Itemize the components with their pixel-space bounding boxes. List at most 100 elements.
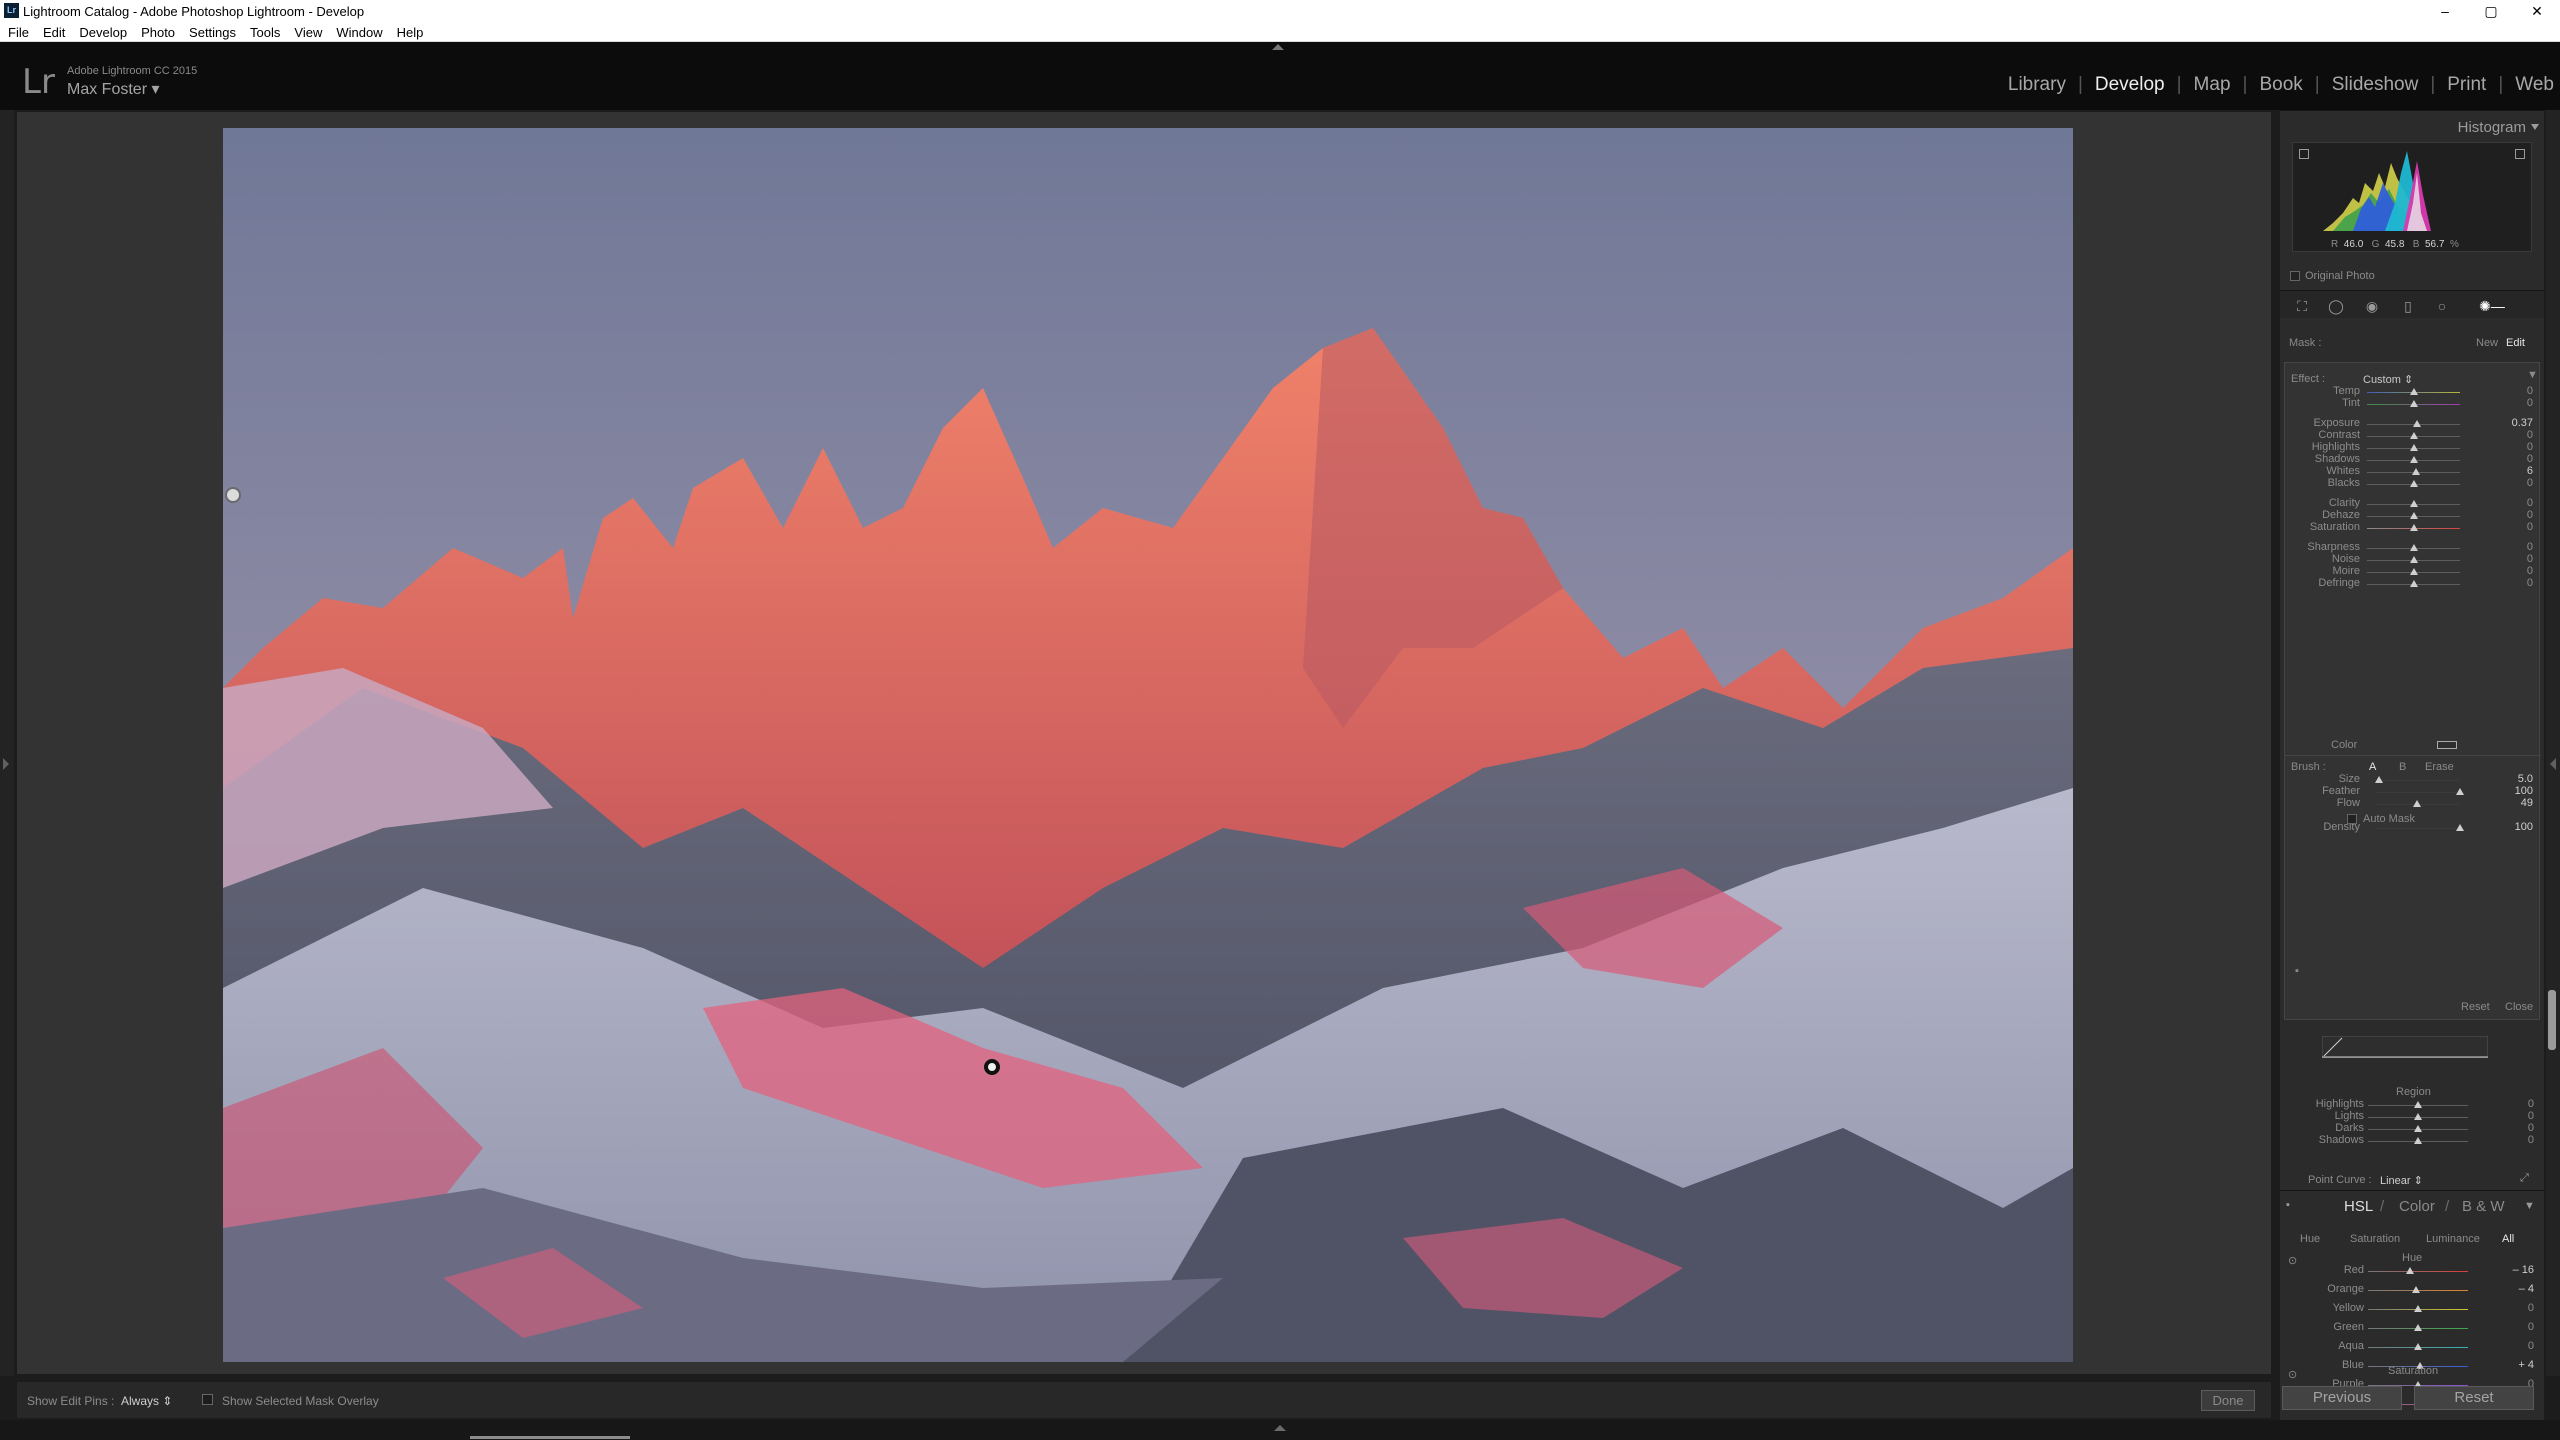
slider-value[interactable]: 0 — [2527, 453, 2533, 465]
slider-thumb[interactable] — [2414, 1101, 2422, 1108]
menu-photo[interactable]: Photo — [133, 22, 181, 40]
graduated-filter-tool-icon[interactable]: ▯ — [2400, 298, 2416, 314]
menu-window[interactable]: Window — [328, 22, 388, 40]
slider-value[interactable]: 0 — [2527, 509, 2533, 521]
menu-view[interactable]: View — [286, 22, 328, 40]
module-library[interactable]: Library — [2008, 74, 2066, 96]
brush-erase-button[interactable]: Erase — [2425, 761, 2454, 773]
slider-value[interactable]: 0 — [2528, 1098, 2534, 1110]
hsl-all-tab[interactable]: All — [2502, 1233, 2514, 1245]
color-tab[interactable]: Color — [2399, 1198, 2435, 1215]
edit-pin-selected[interactable] — [984, 1059, 1000, 1075]
slider-thumb[interactable] — [2409, 400, 2418, 407]
spot-removal-tool-icon[interactable]: ◯ — [2328, 298, 2344, 314]
slider-value[interactable]: 0 — [2528, 1110, 2534, 1122]
maximize-button[interactable]: ▢ — [2468, 0, 2514, 22]
mask-panel-switch-icon[interactable]: ▪ — [2295, 965, 2299, 977]
red-eye-tool-icon[interactable]: ◉ — [2364, 298, 2380, 314]
mask-new-button[interactable]: New — [2476, 337, 2498, 349]
module-develop[interactable]: Develop — [2095, 74, 2165, 96]
user-name[interactable]: Max Foster ▾ — [67, 79, 160, 99]
brush-a-button[interactable]: A — [2369, 761, 2376, 773]
slider-thumb[interactable] — [2414, 1343, 2422, 1350]
menu-settings[interactable]: Settings — [181, 22, 242, 40]
minimize-button[interactable]: – — [2422, 0, 2468, 22]
original-photo-checkbox[interactable] — [2290, 271, 2300, 281]
bw-tab[interactable]: B & W — [2462, 1198, 2505, 1215]
slider-value[interactable]: 0 — [2528, 1134, 2534, 1146]
hsl-tab[interactable]: HSL — [2344, 1198, 2373, 1215]
radial-filter-tool-icon[interactable]: ○ — [2434, 298, 2450, 314]
module-web[interactable]: Web — [2515, 74, 2560, 96]
slider-value[interactable]: 0 — [2528, 1122, 2534, 1134]
slider-thumb[interactable] — [2414, 1305, 2422, 1312]
collapse-right-panel-icon[interactable] — [2550, 758, 2556, 770]
top-panel-toggle-icon[interactable] — [1272, 44, 1284, 50]
reset-button[interactable]: Reset — [2414, 1386, 2534, 1410]
close-button[interactable]: ✕ — [2514, 0, 2560, 22]
slider-thumb[interactable] — [2413, 420, 2422, 427]
menu-file[interactable]: File — [0, 22, 35, 40]
slider-track[interactable] — [2375, 780, 2460, 781]
slider-thumb[interactable] — [2409, 444, 2418, 451]
slider-value[interactable]: – 4 — [2519, 1283, 2534, 1295]
right-panel-scrollbar[interactable] — [2548, 990, 2556, 1050]
brush-b-button[interactable]: B — [2399, 761, 2406, 773]
auto-mask-checkbox[interactable] — [2347, 814, 2357, 824]
slider-thumb[interactable] — [2414, 1137, 2422, 1144]
slider-value[interactable]: 100 — [2515, 821, 2533, 833]
mask-overlay-checkbox[interactable] — [202, 1394, 213, 1405]
slider-track[interactable] — [2368, 1271, 2468, 1272]
slider-value[interactable]: 6 — [2527, 465, 2533, 477]
previous-button[interactable]: Previous — [2282, 1386, 2402, 1410]
slider-value[interactable]: 0 — [2527, 429, 2533, 441]
slider-value[interactable]: 5.0 — [2518, 773, 2533, 785]
slider-value[interactable]: 100 — [2515, 785, 2533, 797]
mask-edit-button[interactable]: Edit — [2506, 337, 2525, 349]
slider-value[interactable]: 0 — [2527, 397, 2533, 409]
menu-develop[interactable]: Develop — [71, 22, 133, 40]
filmstrip-toggle-icon[interactable] — [1274, 1425, 1286, 1431]
slider-value[interactable]: 0 — [2527, 477, 2533, 489]
slider-thumb[interactable] — [2456, 788, 2464, 795]
slider-thumb[interactable] — [2409, 580, 2418, 587]
slider-value[interactable]: 0 — [2528, 1340, 2534, 1352]
hsl-switch-icon[interactable]: ▪ — [2286, 1199, 2290, 1211]
photo-preview[interactable] — [223, 128, 2073, 1362]
hsl-hue-tab[interactable]: Hue — [2300, 1233, 2320, 1245]
slider-thumb[interactable] — [2409, 568, 2418, 575]
slider-thumb[interactable] — [2409, 456, 2418, 463]
color-swatch[interactable] — [2437, 741, 2457, 749]
crop-tool-icon[interactable]: ⛶ — [2294, 298, 2310, 314]
slider-value[interactable]: + 4 — [2518, 1359, 2534, 1371]
slider-thumb[interactable] — [2414, 1324, 2422, 1331]
mask-close-button[interactable]: Close — [2505, 1001, 2533, 1013]
slider-value[interactable]: 0.37 — [2512, 417, 2533, 429]
mask-reset-button[interactable]: Reset — [2461, 1001, 2490, 1013]
slider-value[interactable]: 0 — [2527, 541, 2533, 553]
slider-thumb[interactable] — [2409, 500, 2418, 507]
slider-thumb[interactable] — [2409, 388, 2418, 395]
done-button[interactable]: Done — [2201, 1390, 2255, 1411]
slider-value[interactable]: – 16 — [2513, 1264, 2534, 1276]
slider-value[interactable]: 0 — [2528, 1302, 2534, 1314]
auto-mask-label[interactable]: Auto Mask — [2363, 813, 2415, 825]
slider-thumb[interactable] — [2409, 544, 2418, 551]
slider-track[interactable] — [2375, 792, 2460, 793]
module-map[interactable]: Map — [2194, 74, 2231, 96]
menu-tools[interactable]: Tools — [242, 22, 286, 40]
slider-thumb[interactable] — [2375, 776, 2384, 783]
effect-collapse-icon[interactable]: ▼ — [2527, 369, 2538, 381]
edit-pin[interactable] — [225, 487, 241, 503]
hsl-luminance-tab[interactable]: Luminance — [2426, 1233, 2480, 1245]
slider-track[interactable] — [2375, 828, 2460, 829]
slider-value[interactable]: 0 — [2527, 577, 2533, 589]
slider-value[interactable]: 0 — [2527, 385, 2533, 397]
slider-value[interactable]: 0 — [2527, 553, 2533, 565]
show-edit-pins-select[interactable]: Always ⇕ — [121, 1394, 172, 1408]
slider-value[interactable]: 0 — [2527, 521, 2533, 533]
histogram-header[interactable]: Histogram — [2280, 110, 2544, 140]
slider-thumb[interactable] — [2412, 800, 2421, 807]
slider-thumb[interactable] — [2409, 480, 2418, 487]
collapse-triangle-icon[interactable] — [2531, 124, 2539, 130]
